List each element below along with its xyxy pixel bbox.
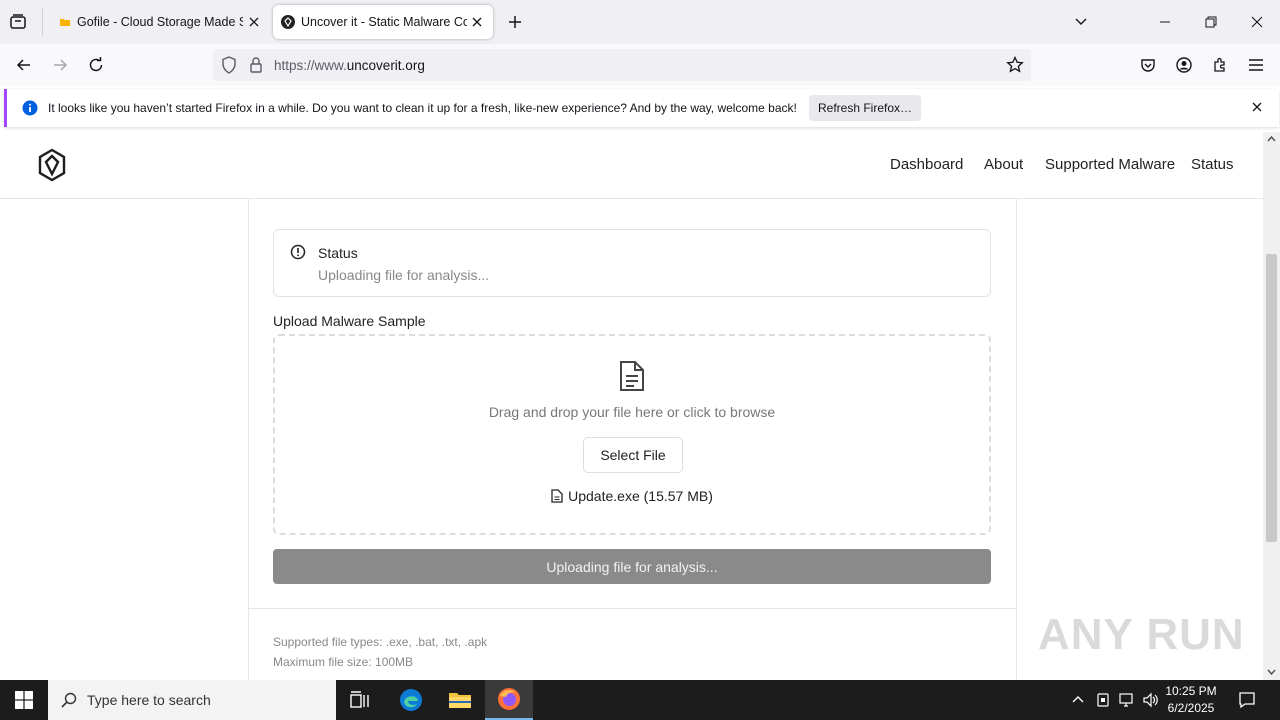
divider [249,608,1016,609]
scroll-thumb[interactable] [1266,254,1277,542]
tab-uncoverit[interactable]: Uncover it - Static Malware Config [273,5,493,39]
file-name: Update.exe (15.57 MB) [568,488,713,504]
taskbar-clock[interactable]: 10:25 PM 6/2/2025 [1160,683,1222,717]
tab-strip: Gofile - Cloud Storage Made Simple Uncov… [0,0,1280,44]
dropzone-hint: Drag and drop your file here or click to… [488,404,776,420]
file-icon [551,489,563,503]
hamburger-menu-icon[interactable] [1240,49,1272,81]
main-content: Status Uploading file for analysis... Up… [248,198,1017,680]
page-scrollbar[interactable] [1263,132,1280,680]
minimize-icon[interactable] [1142,0,1188,44]
upload-label: Upload Malware Sample [273,313,426,329]
extensions-puzzle-icon[interactable] [1204,49,1236,81]
file-dropzone[interactable]: Drag and drop your file here or click to… [273,334,991,535]
notification-text: It looks like you haven’t started Firefo… [48,101,797,115]
windows-start-icon[interactable] [0,680,48,720]
url-text[interactable]: https://www.uncoverit.org [274,58,425,73]
forward-arrow-icon[interactable] [44,49,76,81]
document-icon [619,360,645,392]
anyrun-watermark: ANY RUN [1038,610,1245,659]
file-explorer-icon[interactable] [436,680,484,720]
supported-file-types: Supported file types: .exe, .bat, .txt, … [273,635,488,649]
tab-divider [42,8,43,36]
url-bar[interactable]: https://www.uncoverit.org [213,49,1031,81]
close-icon[interactable] [469,14,485,30]
gofile-folder-icon [59,16,71,28]
url-domain: uncoverit.org [346,58,425,73]
firefox-taskbar-icon[interactable] [485,680,533,720]
volume-icon[interactable] [1142,692,1160,708]
selected-file: Update.exe (15.57 MB) [275,488,989,504]
close-window-icon[interactable] [1234,0,1280,44]
network-icon[interactable] [1118,692,1136,708]
notification-bar: It looks like you haven’t started Firefo… [4,89,1279,127]
back-arrow-icon[interactable] [8,49,40,81]
web-page: Dashboard About Supported Malware Status… [0,132,1263,680]
tab-overview-icon[interactable] [8,12,28,32]
status-message: Uploading file for analysis... [318,267,490,283]
edge-browser-icon[interactable] [387,680,435,720]
upload-submit-button[interactable]: Uploading file for analysis... [273,549,991,584]
alert-circle-icon [290,244,306,260]
select-file-button[interactable]: Select File [583,437,683,473]
status-card: Status Uploading file for analysis... [273,229,991,297]
bookmark-star-icon[interactable] [1006,56,1024,74]
tab-gofile[interactable]: Gofile - Cloud Storage Made Simple [52,0,264,44]
tab-title: Uncover it - Static Malware Config [301,15,467,29]
nav-dashboard[interactable]: Dashboard [890,156,963,173]
meet-now-icon[interactable] [1095,692,1111,708]
tab-title: Gofile - Cloud Storage Made Simple [77,15,243,29]
notification-center-icon[interactable] [1238,691,1256,709]
tracking-shield-icon[interactable] [221,56,237,74]
search-icon [61,692,77,708]
close-icon[interactable] [246,14,262,30]
clock-time: 10:25 PM [1165,684,1217,698]
close-icon[interactable] [1252,102,1262,112]
windows-taskbar: Type here to search 10:25 PM 6/2/2025 [0,680,1280,720]
taskbar-search[interactable]: Type here to search [48,680,336,720]
task-view-icon[interactable] [336,680,384,720]
new-tab-plus-icon[interactable] [505,12,525,32]
scroll-up-arrow-icon[interactable] [1267,136,1276,142]
reload-icon[interactable] [80,49,112,81]
scroll-down-arrow-icon[interactable] [1267,669,1276,675]
account-icon[interactable] [1168,49,1200,81]
clock-date: 6/2/2025 [1167,701,1215,715]
restore-icon[interactable] [1188,0,1234,44]
max-file-size: Maximum file size: 100MB [273,655,414,669]
search-placeholder: Type here to search [87,692,211,708]
list-tabs-chevron-down-icon[interactable] [1058,0,1104,44]
lock-icon[interactable] [249,56,263,74]
info-icon [22,100,38,116]
nav-supported-malware[interactable]: Supported Malware [1045,156,1175,173]
pocket-icon[interactable] [1132,49,1164,81]
url-prefix: https://www. [274,58,347,73]
refresh-firefox-button[interactable]: Refresh Firefox… [809,95,921,121]
uncoverit-logo-icon [281,15,295,29]
status-title: Status [318,245,358,261]
chevron-up-icon[interactable] [1071,694,1085,704]
nav-status[interactable]: Status [1191,156,1234,173]
uncoverit-logo-icon[interactable] [37,148,67,182]
nav-about[interactable]: About [984,156,1023,173]
site-header: Dashboard About Supported Malware Status [0,132,1263,199]
